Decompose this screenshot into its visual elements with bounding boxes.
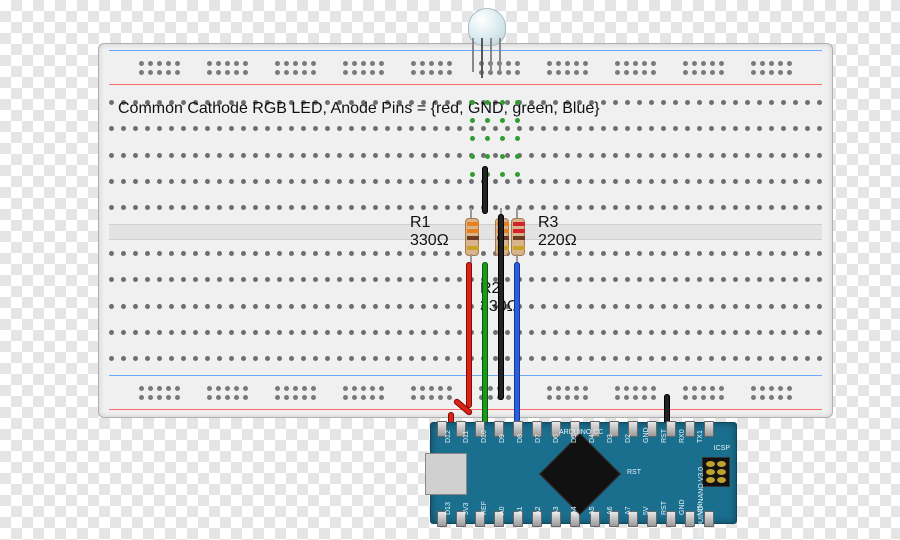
nano-pin — [704, 421, 714, 437]
pin-label: D3 — [607, 434, 614, 443]
pin-label: D7 — [535, 434, 542, 443]
pin-label: A4 — [571, 506, 578, 515]
pin-label: A3 — [553, 506, 560, 515]
pin-label: VIN — [697, 503, 704, 515]
diagram-title: Common Cathode RGB LED, Anode Pins = {re… — [118, 100, 600, 118]
pin-label: D11 — [463, 431, 470, 443]
pin-label: D10 — [481, 430, 488, 443]
pin-label: A0 — [499, 506, 506, 515]
brand-label: ARDUINO.CC — [559, 429, 603, 436]
label-r3-value: 220Ω — [538, 232, 577, 250]
pin-label: 5V — [643, 506, 650, 515]
nano-pin — [685, 421, 695, 437]
tie-highlight — [470, 100, 520, 177]
pin-label: RX0 — [679, 429, 686, 443]
pin-label: D2 — [625, 434, 632, 443]
label-r1-name: R1 — [410, 214, 449, 232]
pin-label: D9 — [499, 434, 506, 443]
pin-label: D6 — [553, 434, 560, 443]
label-r3: R3 220Ω — [538, 214, 577, 250]
pin-label: RST — [661, 429, 668, 443]
atmega-chip-icon — [539, 433, 621, 515]
pin-label: D8 — [517, 434, 524, 443]
arduino-nano-board: ICSP ARDUINO.CC ARDUINO NANO V3.0 RST D1… — [430, 422, 737, 524]
nano-pin — [685, 511, 695, 527]
pin-label: A2 — [535, 506, 542, 515]
pin-label: D5 — [571, 434, 578, 443]
label-r1-value: 330Ω — [410, 232, 449, 250]
pin-label: GND — [643, 427, 650, 443]
resistor-r3 — [510, 208, 524, 264]
pin-label: A7 — [625, 506, 632, 515]
pin-label: A1 — [517, 506, 524, 515]
pin-label: GND — [679, 499, 686, 515]
wire-black-led-to-channel — [482, 166, 488, 214]
wire-red-vert — [466, 262, 472, 408]
icsp-label: ICSP — [714, 445, 730, 452]
pin-label: TX1 — [697, 430, 704, 443]
pin-label: A6 — [607, 506, 614, 515]
resistor-r1 — [464, 208, 478, 264]
usb-mini-icon — [425, 453, 467, 495]
pin-label: A5 — [589, 506, 596, 515]
nano-pin — [704, 511, 714, 527]
rgb-led-icon — [464, 8, 510, 68]
rst-label: RST — [627, 469, 641, 476]
pin-label: D4 — [589, 434, 596, 443]
label-r3-name: R3 — [538, 214, 577, 232]
pin-label: REF — [481, 501, 488, 515]
wire-green-vert — [482, 262, 488, 432]
pin-label: 3V3 — [463, 503, 470, 515]
pin-label: D12 — [445, 430, 452, 443]
label-r1: R1 330Ω — [410, 214, 449, 250]
wire-black-vert — [498, 214, 504, 400]
wire-blue-vert — [514, 262, 520, 432]
pin-label: RST — [661, 501, 668, 515]
pin-label: D13 — [445, 502, 452, 515]
icsp-header-icon — [702, 457, 730, 487]
